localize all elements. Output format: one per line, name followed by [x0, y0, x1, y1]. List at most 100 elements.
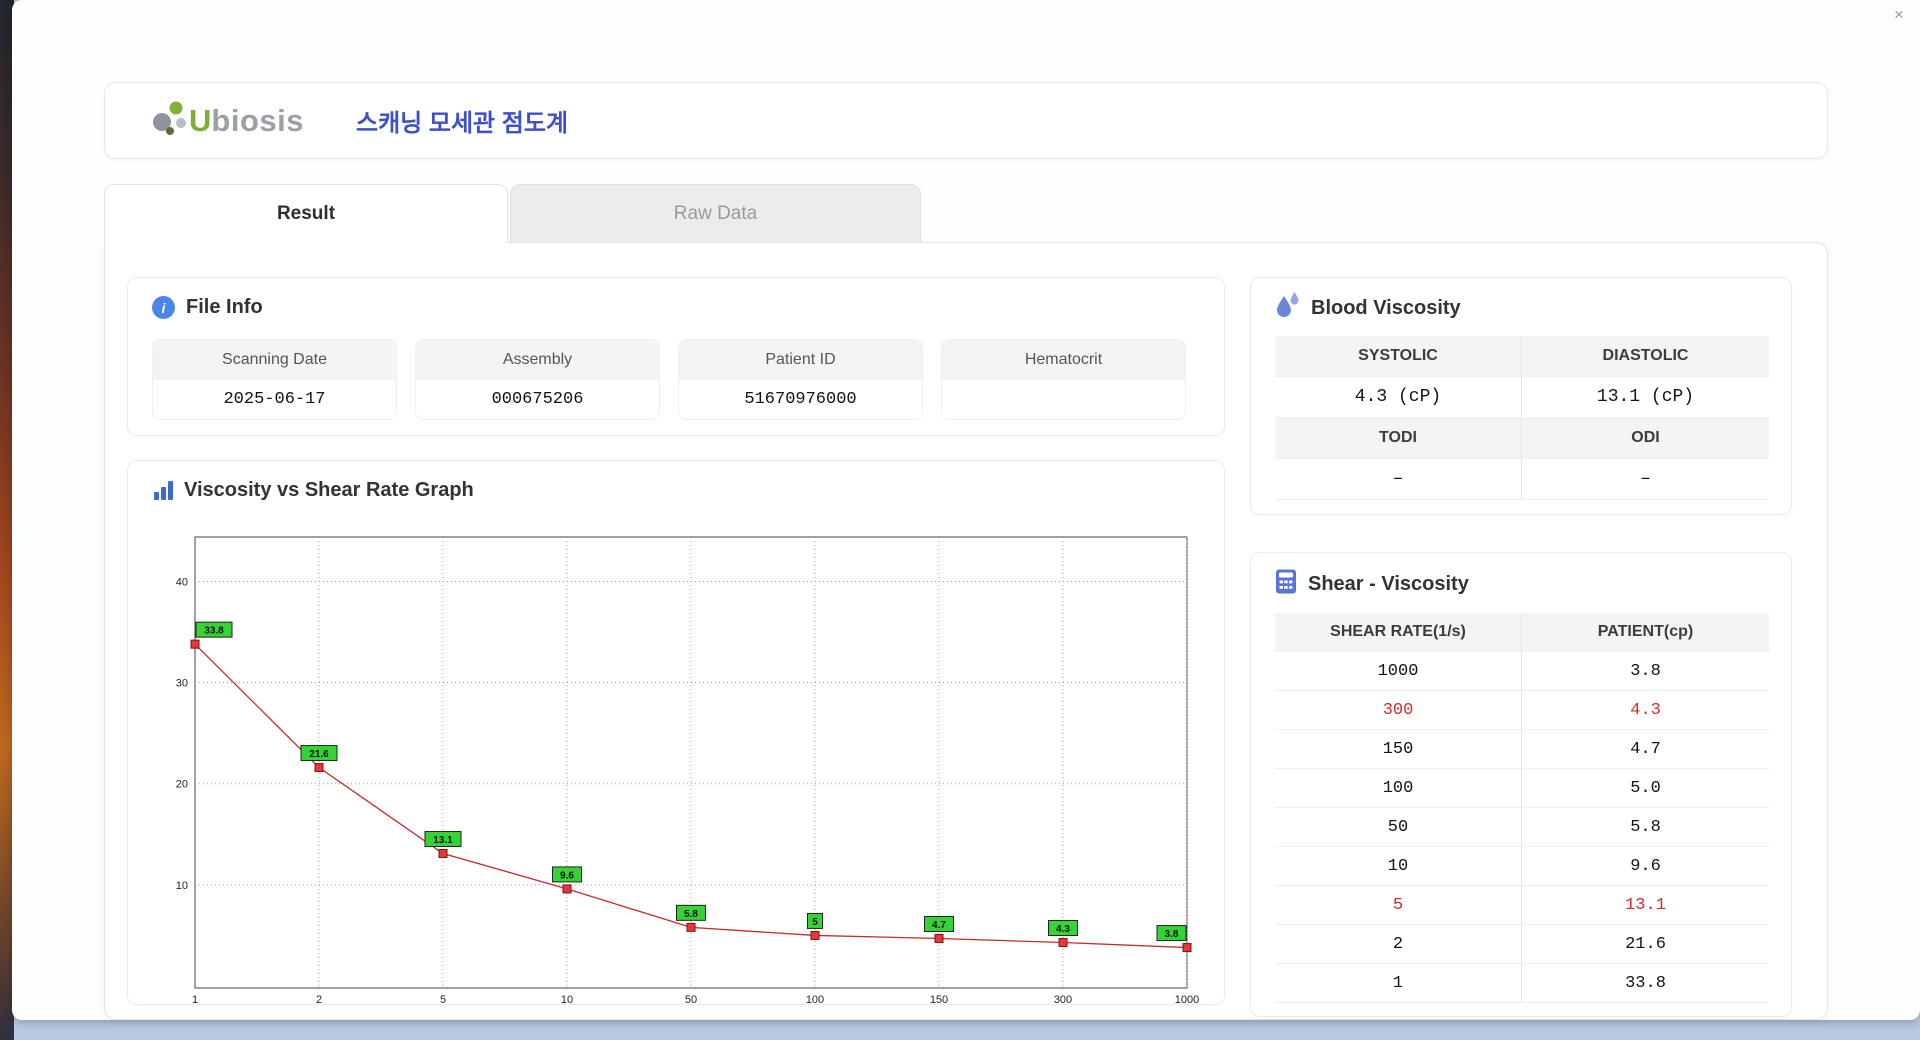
table-row: 2 21.6: [1275, 925, 1769, 964]
table-header-row: SHEAR RATE(1/s) PATIENT(cp): [1275, 613, 1769, 652]
svg-text:20: 20: [176, 779, 188, 791]
shear-rate-cell: 10: [1275, 847, 1522, 885]
shear-rate-cell: 5: [1275, 886, 1522, 924]
odi-value: –: [1522, 459, 1769, 499]
svg-text:1: 1: [192, 994, 198, 1006]
table-row: 5 13.1: [1275, 886, 1769, 925]
field-label: Hematocrit: [942, 340, 1185, 380]
app-title: 스캐닝 모세관 점도계: [356, 103, 568, 138]
table-header-row: TODI ODI: [1275, 418, 1769, 459]
patient-cell: 13.1: [1522, 886, 1769, 924]
patient-cell: 33.8: [1522, 964, 1769, 1002]
svg-text:33.8: 33.8: [204, 626, 224, 637]
info-icon: i: [152, 296, 175, 319]
tab-result[interactable]: Result: [104, 184, 508, 243]
svg-text:4.3: 4.3: [1056, 924, 1070, 935]
table-row: 4.3 (cP) 13.1 (cP): [1275, 377, 1769, 418]
shear-viscosity-title: Shear - Viscosity: [1308, 573, 1469, 596]
svg-text:40: 40: [176, 576, 188, 588]
droplet-icon: [1275, 292, 1300, 325]
table-header-row: SYSTOLIC DIASTOLIC: [1275, 336, 1769, 377]
svg-text:3.8: 3.8: [1165, 929, 1179, 940]
systolic-header: SYSTOLIC: [1275, 336, 1522, 376]
svg-text:30: 30: [176, 678, 188, 690]
svg-text:5: 5: [812, 917, 818, 928]
file-info-panel: i File Info Scanning Date 2025-06-17 Ass…: [127, 277, 1225, 436]
table-row: 150 4.7: [1275, 730, 1769, 769]
blood-viscosity-panel: Blood Viscosity SYSTOLIC DIASTOLIC 4.3 (…: [1250, 277, 1792, 515]
field-value: [942, 380, 1185, 419]
field-value: 2025-06-17: [153, 380, 396, 419]
patient-cell: 9.6: [1522, 847, 1769, 885]
shear-rate-cell: 300: [1275, 691, 1522, 729]
field-patient-id: Patient ID 51670976000: [678, 339, 923, 420]
svg-text:21.6: 21.6: [309, 749, 329, 760]
calculator-icon: [1275, 569, 1297, 600]
todi-header: TODI: [1275, 418, 1522, 458]
patient-cell: 4.7: [1522, 730, 1769, 768]
graph-title: Viscosity vs Shear Rate Graph: [184, 479, 474, 502]
shear-rate-cell: 50: [1275, 808, 1522, 846]
svg-text:5: 5: [440, 994, 446, 1006]
table-row: 1000 3.8: [1275, 652, 1769, 691]
file-info-title: File Info: [186, 296, 263, 319]
patient-cell: 5.8: [1522, 808, 1769, 846]
svg-text:10: 10: [176, 880, 188, 892]
logo-text: biosis: [211, 103, 304, 139]
svg-text:5.8: 5.8: [684, 909, 698, 920]
shear-rate-cell: 1000: [1275, 652, 1522, 690]
diastolic-value: 13.1 (cP): [1522, 377, 1769, 417]
table-row: – –: [1275, 459, 1769, 500]
field-hematocrit: Hematocrit: [941, 339, 1186, 420]
svg-text:4.7: 4.7: [932, 920, 946, 931]
shear-rate-cell: 2: [1275, 925, 1522, 963]
field-label: Scanning Date: [153, 340, 396, 380]
app-window: × Ubiosis 스캐닝 모세관 점도계 Result Raw Data i …: [12, 0, 1920, 1020]
header-card: Ubiosis 스캐닝 모세관 점도계: [104, 82, 1828, 159]
svg-text:9.6: 9.6: [560, 870, 574, 881]
close-icon[interactable]: ×: [1888, 4, 1910, 26]
result-content: i File Info Scanning Date 2025-06-17 Ass…: [104, 242, 1828, 1020]
todi-value: –: [1275, 459, 1522, 499]
viscosity-chart: 10 20 30 40 1 2 5 10 50 100 150 300 1000 33.8 21.6 13.1…: [152, 527, 1212, 1009]
svg-text:1000: 1000: [1175, 994, 1199, 1006]
bar-chart-icon: [154, 481, 173, 500]
logo-dots-icon: [149, 96, 193, 145]
shear-rate-cell: 100: [1275, 769, 1522, 807]
patient-cell: 5.0: [1522, 769, 1769, 807]
field-label: Assembly: [416, 340, 659, 380]
svg-text:50: 50: [685, 994, 697, 1006]
table-row: 300 4.3: [1275, 691, 1769, 730]
patient-cell: 3.8: [1522, 652, 1769, 690]
diastolic-header: DIASTOLIC: [1522, 336, 1769, 376]
field-assembly: Assembly 000675206: [415, 339, 660, 420]
svg-text:150: 150: [930, 994, 948, 1006]
patient-cell: 21.6: [1522, 925, 1769, 963]
field-label: Patient ID: [679, 340, 922, 380]
systolic-value: 4.3 (cP): [1275, 377, 1522, 417]
table-row: 1 33.8: [1275, 964, 1769, 1003]
shear-rate-cell: 150: [1275, 730, 1522, 768]
svg-text:300: 300: [1054, 994, 1072, 1006]
ubiosis-logo: Ubiosis: [149, 96, 304, 145]
table-row: 10 9.6: [1275, 847, 1769, 886]
svg-text:13.1: 13.1: [433, 835, 453, 846]
shear-viscosity-panel: Shear - Viscosity SHEAR RATE(1/s) PATIEN…: [1250, 552, 1792, 1017]
table-row: 100 5.0: [1275, 769, 1769, 808]
svg-text:2: 2: [316, 994, 322, 1006]
patient-header: PATIENT(cp): [1522, 613, 1769, 651]
svg-text:100: 100: [806, 994, 824, 1006]
field-value: 000675206: [416, 380, 659, 419]
field-scanning-date: Scanning Date 2025-06-17: [152, 339, 397, 420]
graph-panel: Viscosity vs Shear Rate Graph 10 20 30 40 1 2…: [127, 460, 1225, 1005]
odi-header: ODI: [1522, 418, 1769, 458]
tab-raw-data[interactable]: Raw Data: [510, 184, 921, 242]
logo-text-u: U: [189, 103, 211, 139]
table-row: 50 5.8: [1275, 808, 1769, 847]
field-value: 51670976000: [679, 380, 922, 419]
patient-cell: 4.3: [1522, 691, 1769, 729]
blood-viscosity-title: Blood Viscosity: [1311, 297, 1461, 320]
svg-text:10: 10: [561, 994, 573, 1006]
shear-rate-header: SHEAR RATE(1/s): [1275, 613, 1522, 651]
shear-rate-cell: 1: [1275, 964, 1522, 1002]
